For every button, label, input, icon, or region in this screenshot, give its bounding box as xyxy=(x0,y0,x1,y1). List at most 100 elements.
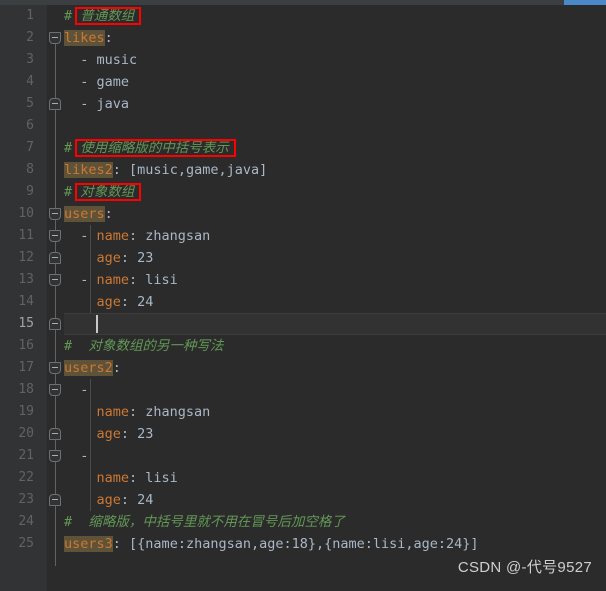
yaml-key-25: users3 xyxy=(64,536,113,552)
fold-user1-start-icon[interactable] xyxy=(49,230,61,242)
code-line-14[interactable]: age: 24 xyxy=(96,291,153,313)
colon-17: : xyxy=(112,360,121,376)
seq-dash-3: - xyxy=(80,52,97,68)
code-line-21[interactable]: - xyxy=(80,445,96,467)
comment-text-7: 使用缩略版的中括号表示 xyxy=(80,140,229,156)
comment-text-24: 缩略版，中括号里就不用在冒号后加空格了 xyxy=(80,514,345,530)
code-line-10[interactable]: users: xyxy=(64,203,113,225)
code-line-19[interactable]: name: zhangsan xyxy=(96,401,210,423)
code-line-4[interactable]: - game xyxy=(80,71,129,93)
line-number-8[interactable]: 8 xyxy=(0,159,34,181)
colon-10: : xyxy=(104,206,113,222)
yaml-value-5: java xyxy=(96,96,130,112)
code-line-7[interactable]: # 使用缩略版的中括号表示 xyxy=(64,137,229,159)
fold-user1-end-icon[interactable] xyxy=(49,252,61,264)
line-number-14[interactable]: 14 xyxy=(0,291,34,313)
yaml-key-8: likes2 xyxy=(64,162,113,178)
line-number-6[interactable]: 6 xyxy=(0,115,34,137)
yaml-value-22: lisi xyxy=(137,470,178,486)
colon-11: : xyxy=(129,228,138,244)
colon-23: : xyxy=(120,492,129,508)
line-number-22[interactable]: 22 xyxy=(0,467,34,489)
yaml-value-23: 24 xyxy=(129,492,154,508)
line-number-25[interactable]: 25 xyxy=(0,533,34,555)
colon-22: : xyxy=(128,470,138,486)
line-number-9[interactable]: 9 xyxy=(0,181,34,203)
code-line-12[interactable]: age: 23 xyxy=(96,247,153,269)
line-number-15[interactable]: 15 xyxy=(0,313,34,335)
line-number-12[interactable]: 12 xyxy=(0,247,34,269)
code-line-1[interactable]: # 普通数组 xyxy=(64,5,134,27)
code-folding-column[interactable] xyxy=(47,5,64,591)
line-number-1[interactable]: 1 xyxy=(0,5,34,27)
code-line-23[interactable]: age: 24 xyxy=(96,489,153,511)
code-line-22[interactable]: name: lisi xyxy=(96,467,177,489)
code-line-16[interactable]: # 对象数组的另一种写法 xyxy=(64,335,223,357)
line-number-11[interactable]: 11 xyxy=(0,225,34,247)
seq-dash-4: - xyxy=(80,74,97,90)
line-number-2[interactable]: 2 xyxy=(0,27,34,49)
code-line-9[interactable]: # 对象数组 xyxy=(64,181,134,203)
line-number-16[interactable]: 16 xyxy=(0,335,34,357)
fold-guide-rail xyxy=(55,38,56,566)
fold-u2b-start-icon[interactable] xyxy=(49,450,61,462)
line-number-20[interactable]: 20 xyxy=(0,423,34,445)
seq-dash-5: - xyxy=(80,96,97,112)
code-line-8[interactable]: likes2: [music,game,java] xyxy=(64,159,267,181)
code-text-area[interactable]: # 普通数组 likes: - music - game - java # 使用缩略版的中… xyxy=(64,5,606,591)
fold-u2a-end-icon[interactable] xyxy=(49,428,61,440)
colon-13: : xyxy=(129,272,138,288)
line-number-7[interactable]: 7 xyxy=(0,137,34,159)
fold-user2-end-icon[interactable] xyxy=(49,318,61,330)
line-number-5[interactable]: 5 xyxy=(0,93,34,115)
fold-users2-start-icon[interactable] xyxy=(49,362,61,374)
yaml-key-2: likes xyxy=(64,30,105,46)
colon-12: : xyxy=(120,250,129,266)
line-number-10[interactable]: 10 xyxy=(0,203,34,225)
yaml-value-25: [{name:zhangsan,age:18},{name:lisi,age:2… xyxy=(120,536,479,552)
comment-text-1: 普通数组 xyxy=(80,8,135,24)
yaml-key-17: users2 xyxy=(64,360,113,376)
code-line-2[interactable]: likes: xyxy=(64,27,113,49)
fold-users-start-icon[interactable] xyxy=(49,208,61,220)
code-line-13[interactable]: - name: lisi xyxy=(80,269,178,291)
seq-dash-13: - xyxy=(80,272,97,288)
code-line-18[interactable]: - xyxy=(80,379,96,401)
yaml-value-11: zhangsan xyxy=(137,228,211,244)
line-number-18[interactable]: 18 xyxy=(0,379,34,401)
comment-text-9: 对象数组 xyxy=(80,184,135,200)
code-line-5[interactable]: - java xyxy=(80,93,129,115)
editor-gutter[interactable]: 1 2 3 4 5 6 7 8 9 10 11 12 13 14 15 16 17 18 19 20 21 22 23 24 2… xyxy=(0,5,47,591)
yaml-key-20: age xyxy=(96,426,121,442)
line-number-17[interactable]: 17 xyxy=(0,357,34,379)
code-line-11[interactable]: - name: zhangsan xyxy=(80,225,210,247)
line-number-13[interactable]: 13 xyxy=(0,269,34,291)
colon-2: : xyxy=(104,30,113,46)
fold-user2-start-icon[interactable] xyxy=(49,274,61,286)
line-number-21[interactable]: 21 xyxy=(0,445,34,467)
comment-hash-9: # xyxy=(64,184,81,200)
fold-u2b-end-icon[interactable] xyxy=(49,494,61,506)
code-line-17[interactable]: users2: xyxy=(64,357,121,379)
line-number-3[interactable]: 3 xyxy=(0,49,34,71)
line-number-19[interactable]: 19 xyxy=(0,401,34,423)
code-line-25[interactable]: users3: [{name:zhangsan,age:18},{name:li… xyxy=(64,533,479,555)
watermark-text: CSDN @-代号9527 xyxy=(457,559,592,576)
fold-likes-end-icon[interactable] xyxy=(49,98,61,110)
colon-25: : xyxy=(112,536,121,552)
colon-19: : xyxy=(128,404,138,420)
yaml-key-12: age xyxy=(96,250,121,266)
yaml-value-19: zhangsan xyxy=(137,404,211,420)
fold-u2a-start-icon[interactable] xyxy=(49,384,61,396)
fold-likes-start-icon[interactable] xyxy=(49,32,61,44)
code-line-24[interactable]: # 缩略版，中括号里就不用在冒号后加空格了 xyxy=(64,511,345,533)
line-number-4[interactable]: 4 xyxy=(0,71,34,93)
code-line-20[interactable]: age: 23 xyxy=(96,423,153,445)
code-line-3[interactable]: - music xyxy=(80,49,137,71)
line-number-23[interactable]: 23 xyxy=(0,489,34,511)
comment-hash-7: # xyxy=(64,140,81,156)
yaml-value-4: game xyxy=(96,74,130,90)
yaml-value-8: [music,game,java] xyxy=(120,162,268,178)
yaml-key-19: name xyxy=(96,404,129,420)
line-number-24[interactable]: 24 xyxy=(0,511,34,533)
